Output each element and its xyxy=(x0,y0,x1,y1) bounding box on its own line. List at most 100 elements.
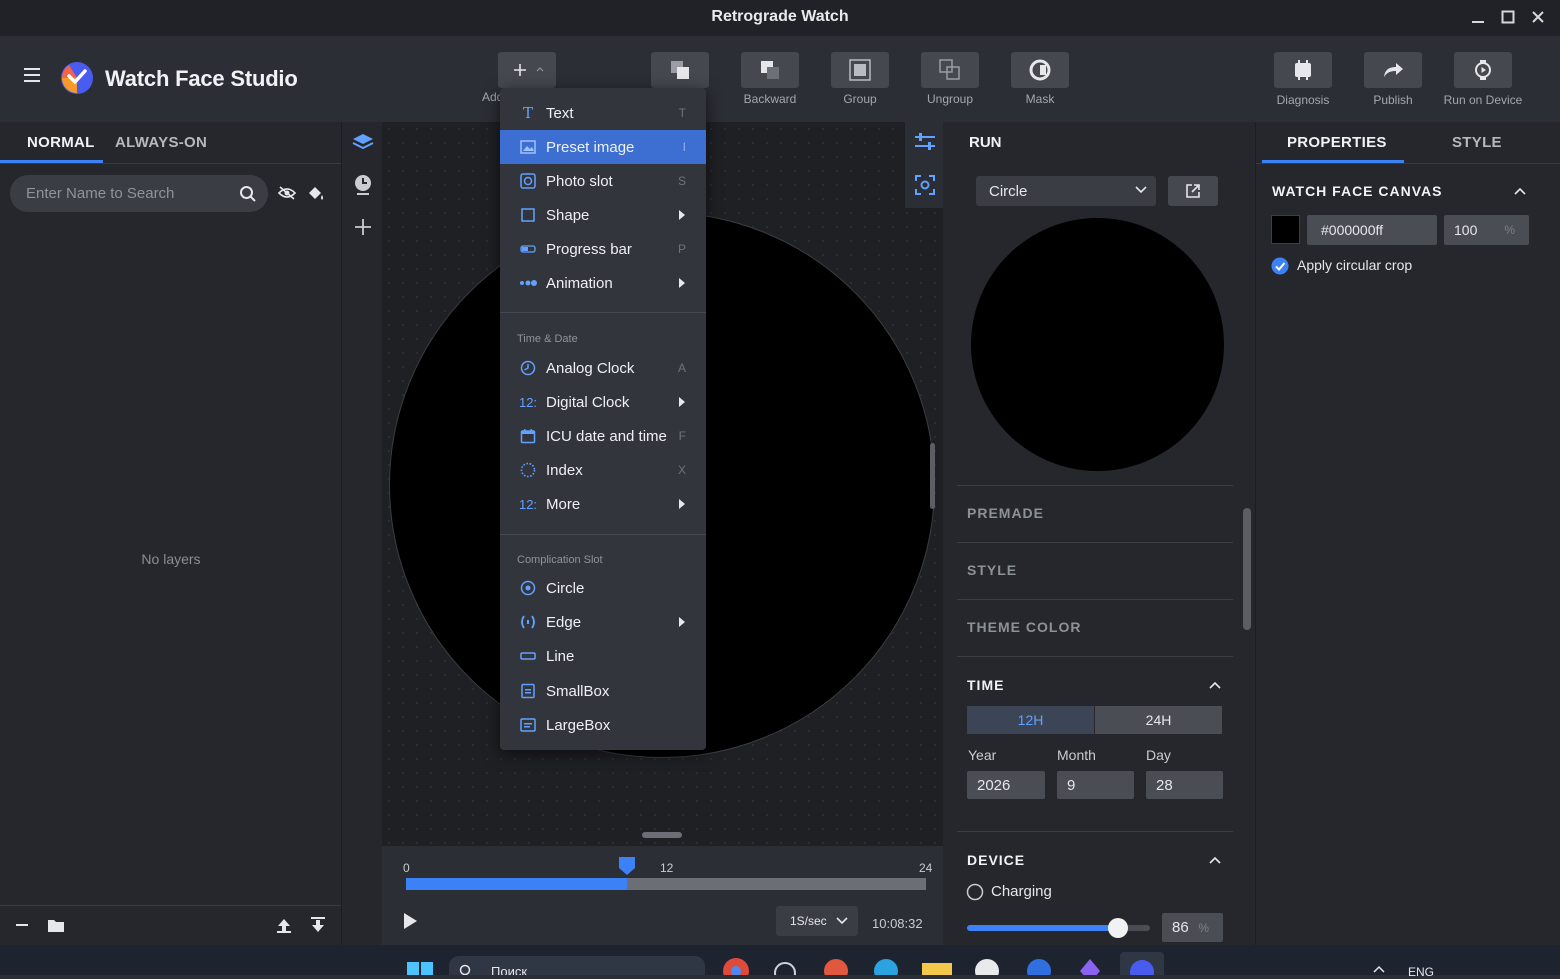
device-section[interactable]: DEVICE xyxy=(967,852,1025,868)
time-section[interactable]: TIME xyxy=(967,677,1004,693)
menu-item-circle[interactable]: Circle xyxy=(500,571,706,605)
taskbar-app-icon[interactable] xyxy=(973,957,1001,975)
menu-icon[interactable] xyxy=(22,66,42,84)
taskbar-app-icon[interactable] xyxy=(822,957,850,975)
color-swatch[interactable] xyxy=(1271,215,1300,244)
canvas-resize-handle[interactable] xyxy=(642,832,682,838)
backward-button[interactable] xyxy=(741,52,799,88)
speed-value: 1S/sec xyxy=(790,914,827,928)
menu-item-text[interactable]: T Text T xyxy=(500,96,706,130)
file-explorer-icon[interactable] xyxy=(921,960,953,975)
divider xyxy=(957,656,1233,657)
animation-icon xyxy=(519,274,537,292)
add-button[interactable] xyxy=(498,52,556,88)
premade-section[interactable]: PREMADE xyxy=(967,505,1044,521)
chevron-up-icon[interactable] xyxy=(1209,681,1221,689)
taskbar-search[interactable]: Поиск xyxy=(449,956,705,975)
battery-slider-thumb[interactable] xyxy=(1108,918,1128,938)
theme-color-section[interactable]: THEME COLOR xyxy=(967,619,1081,635)
menu-item-line[interactable]: Line xyxy=(500,639,706,673)
hide-visibility-icon[interactable] xyxy=(277,185,297,201)
taskbar-app-icon[interactable] xyxy=(770,958,800,975)
mask-label: Mask xyxy=(1025,92,1055,106)
image-icon xyxy=(519,138,537,156)
menu-item-digital-clock[interactable]: 12: Digital Clock xyxy=(500,385,706,419)
menu-item-analog-clock[interactable]: Analog Clock A xyxy=(500,351,706,385)
battery-field[interactable]: 86 % xyxy=(1162,913,1223,942)
ungroup-button[interactable] xyxy=(921,52,979,88)
menu-item-largebox[interactable]: LargeBox xyxy=(500,708,706,742)
sliders-icon[interactable] xyxy=(914,132,936,152)
menu-item-icu-date-time[interactable]: ICU date and time F xyxy=(500,419,706,453)
submenu-arrow-icon xyxy=(679,278,685,288)
format-12h-button[interactable]: 12H xyxy=(967,706,1094,734)
maximize-icon[interactable] xyxy=(1497,6,1519,28)
open-external-button[interactable] xyxy=(1168,176,1218,206)
menu-item-animation[interactable]: Animation xyxy=(500,266,706,300)
menu-item-photo-slot[interactable]: Photo slot S xyxy=(500,164,706,198)
color-hex-field[interactable]: #000000ff xyxy=(1307,215,1437,245)
mask-button[interactable] xyxy=(1011,52,1069,88)
circular-crop-checkbox[interactable] xyxy=(1271,257,1289,275)
focus-fit-icon[interactable] xyxy=(914,174,936,196)
menu-item-progress-bar[interactable]: Progress bar P xyxy=(500,232,706,266)
menu-item-preset-image[interactable]: Preset image I xyxy=(500,130,706,164)
menu-item-shape[interactable]: Shape xyxy=(500,198,706,232)
windows-start-icon[interactable] xyxy=(407,960,433,975)
timeline-tick-start: 0 xyxy=(403,861,410,875)
format-24h-button[interactable]: 24H xyxy=(1095,706,1222,734)
menu-item-smallbox[interactable]: SmallBox xyxy=(500,674,706,708)
telegram-icon[interactable] xyxy=(872,957,900,975)
layers-icon[interactable] xyxy=(352,133,374,153)
forward-button[interactable] xyxy=(651,52,709,88)
remove-layer-icon[interactable] xyxy=(15,918,29,932)
submenu-arrow-icon xyxy=(679,499,685,509)
menu-item-more[interactable]: 12: More xyxy=(500,487,706,521)
close-icon[interactable] xyxy=(1527,6,1549,28)
run-panel-scrollbar[interactable] xyxy=(1243,508,1251,630)
year-field[interactable]: 2026 xyxy=(967,771,1045,799)
opacity-field[interactable]: 100 % xyxy=(1444,215,1529,245)
tab-normal[interactable]: NORMAL xyxy=(27,134,95,151)
watch-face-studio-taskbar-icon[interactable] xyxy=(1120,952,1164,975)
charging-radio[interactable] xyxy=(966,883,984,901)
chevron-up-icon[interactable] xyxy=(1514,187,1526,195)
year-label: Year xyxy=(968,747,997,763)
style-section[interactable]: STYLE xyxy=(967,562,1017,578)
tab-style[interactable]: STYLE xyxy=(1452,134,1502,151)
canvas-scrollbar[interactable] xyxy=(930,443,935,509)
move-to-bottom-icon[interactable] xyxy=(310,916,326,934)
menu-divider xyxy=(500,534,706,535)
taskbar-app-icon[interactable] xyxy=(1078,957,1102,975)
speed-select[interactable]: 1S/sec xyxy=(776,906,858,936)
chevron-up-icon[interactable] xyxy=(1209,856,1221,864)
paint-bucket-icon[interactable] xyxy=(306,184,326,202)
minimize-icon[interactable] xyxy=(1467,6,1489,28)
clock-history-icon[interactable] xyxy=(353,174,373,196)
month-field[interactable]: 9 xyxy=(1057,771,1134,799)
battery-slider-fill xyxy=(967,925,1118,931)
group-button[interactable] xyxy=(831,52,889,88)
chrome-icon[interactable] xyxy=(720,955,752,975)
folder-icon[interactable] xyxy=(47,917,65,933)
tab-always-on[interactable]: ALWAYS-ON xyxy=(115,134,207,151)
app-name: Watch Face Studio xyxy=(105,66,298,91)
publish-button[interactable] xyxy=(1364,52,1422,88)
menu-item-edge[interactable]: Edge xyxy=(500,605,706,639)
layers-footer-divider xyxy=(0,905,341,906)
run-on-device-label: Run on Device xyxy=(1443,93,1523,107)
play-icon[interactable] xyxy=(402,912,418,930)
tab-properties[interactable]: PROPERTIES xyxy=(1287,134,1387,151)
language-indicator[interactable]: ENG xyxy=(1408,965,1434,979)
move-to-top-icon[interactable] xyxy=(276,916,292,934)
diagnosis-button[interactable] xyxy=(1274,52,1332,88)
timeline-handle[interactable] xyxy=(618,856,636,876)
menu-item-index[interactable]: Index X xyxy=(500,453,706,487)
search-icon[interactable] xyxy=(239,185,257,203)
layer-search-placeholder: Enter Name to Search xyxy=(26,185,175,202)
run-on-device-button[interactable] xyxy=(1454,52,1512,88)
day-field[interactable]: 28 xyxy=(1146,771,1223,799)
add-icon[interactable] xyxy=(353,217,373,237)
chevron-up-icon[interactable] xyxy=(1373,965,1385,973)
taskbar-app-icon[interactable] xyxy=(1025,957,1053,975)
